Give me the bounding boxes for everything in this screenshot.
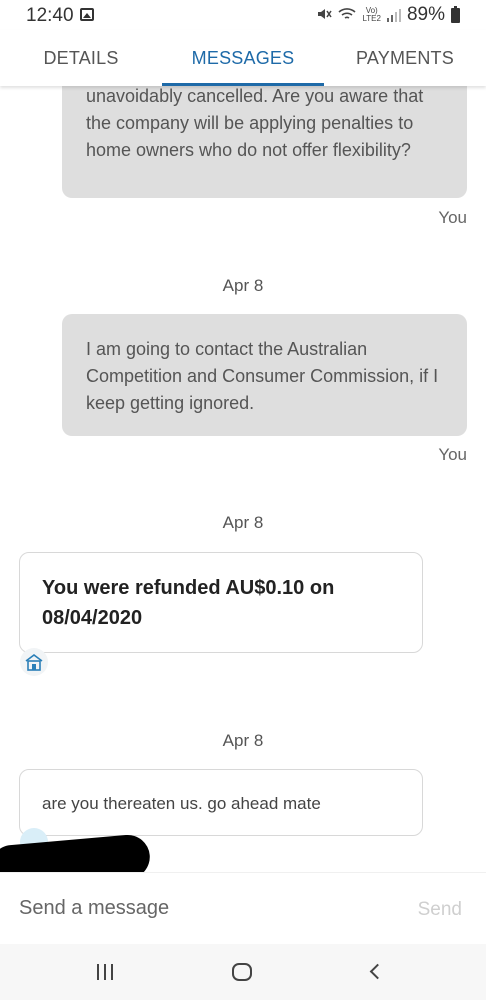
image-icon — [80, 8, 94, 21]
date-separator: Apr 8 — [222, 513, 264, 532]
date-separator: Apr 8 — [222, 276, 264, 295]
outgoing-message: social-distancing laws making this trip … — [62, 86, 467, 198]
battery-icon — [451, 5, 460, 23]
signal-icon — [386, 8, 401, 22]
tab-messages[interactable]: MESSAGES — [162, 30, 324, 86]
refund-notice-text: You were refunded AU$0.10 on 08/04/2020 — [42, 577, 335, 629]
message-sender: You — [438, 445, 467, 464]
tab-bar: DETAILS MESSAGES PAYMENTS — [0, 30, 486, 86]
tab-payments[interactable]: PAYMENTS — [324, 30, 486, 86]
message-list[interactable]: social-distancing laws making this trip … — [0, 86, 486, 872]
status-bar: 12:40 Vo) LTE2 89% — [0, 0, 486, 30]
recent-apps-icon[interactable] — [97, 964, 113, 980]
message-text: are you thereaten us. go ahead mate — [42, 794, 321, 813]
message-text: social-distancing laws making this trip … — [86, 86, 424, 160]
host-avatar[interactable] — [20, 648, 48, 676]
home-icon[interactable] — [232, 963, 252, 981]
outgoing-message: I am going to contact the Australian Com… — [62, 314, 467, 436]
message-text: I am going to contact the Australian Com… — [86, 339, 439, 413]
tab-details[interactable]: DETAILS — [0, 30, 162, 86]
wifi-icon — [338, 7, 356, 24]
back-icon[interactable] — [369, 963, 386, 980]
message-sender: You — [438, 208, 467, 227]
message-composer: Send a message Send — [0, 872, 486, 944]
mute-icon — [316, 6, 333, 25]
date-separator: Apr 8 — [222, 731, 264, 750]
incoming-message: You were refunded AU$0.10 on 08/04/2020 — [19, 552, 423, 653]
message-input[interactable]: Send a message — [19, 897, 169, 920]
send-button[interactable]: Send — [418, 899, 462, 921]
network-label: Vo) LTE2 — [362, 6, 381, 23]
status-indicators: Vo) LTE2 89% — [316, 4, 460, 26]
incoming-message: are you thereaten us. go ahead mate — [19, 769, 423, 836]
battery-percent: 89% — [406, 4, 445, 25]
status-time: 12:40 — [26, 5, 74, 26]
system-nav-bar — [0, 944, 486, 1000]
house-icon — [25, 654, 43, 671]
